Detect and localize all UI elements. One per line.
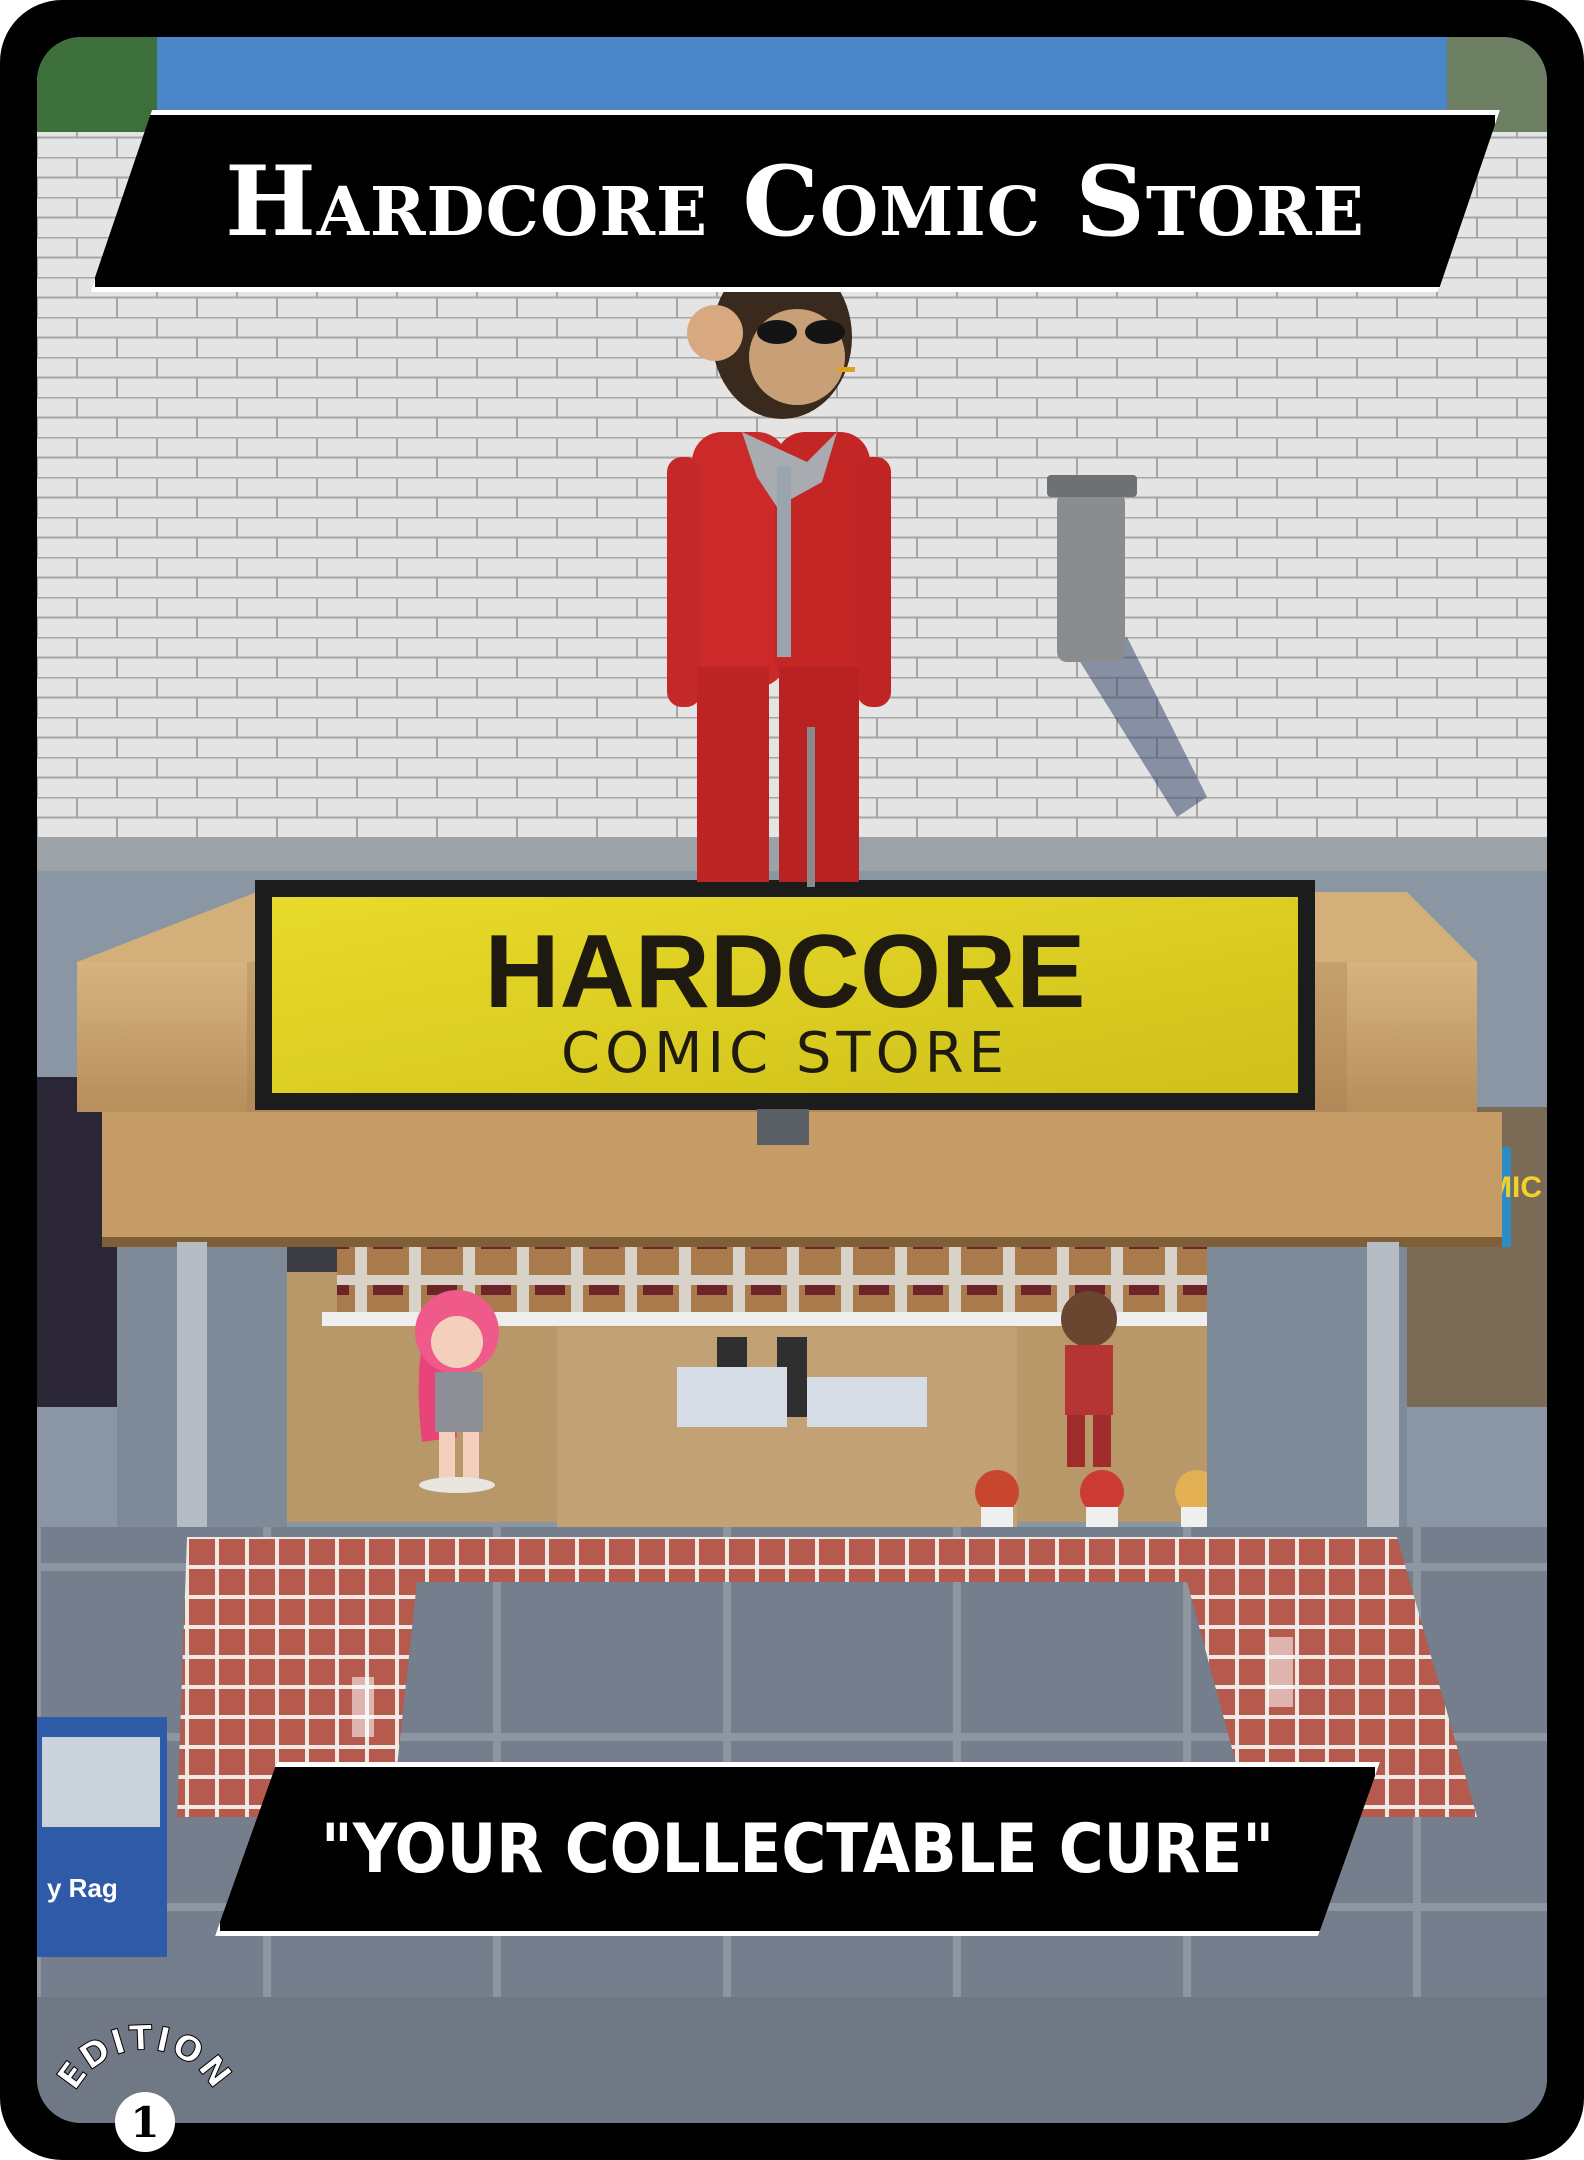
edition-label: EDITION [50,2018,239,2098]
edition-badge-icon: EDITION 1 [50,2018,240,2152]
card-tagline: "YOUR COLLECTABLE CURE" [320,1809,1275,1889]
tagline-banner: "YOUR COLLECTABLE CURE" [215,1762,1380,1936]
card-title: Hardcore Comic Store [225,144,1365,258]
newsbox-label: y Rag [47,1873,118,1903]
sign-hardcore: HARDCORE [485,914,1086,1030]
svg-text:EDITION: EDITION [50,2018,240,2097]
store-sign: HARDCORE COMIC STORE [255,880,1315,1110]
title-banner: Hardcore Comic Store [90,110,1500,292]
chibi-figures [975,1470,1219,1527]
trading-card: COMIC [0,0,1584,2160]
sign-comic-store: COMIC STORE [561,1021,1009,1086]
newspaper-box: y Rag [37,1717,167,1957]
edition-number: 1 [130,2098,159,2147]
